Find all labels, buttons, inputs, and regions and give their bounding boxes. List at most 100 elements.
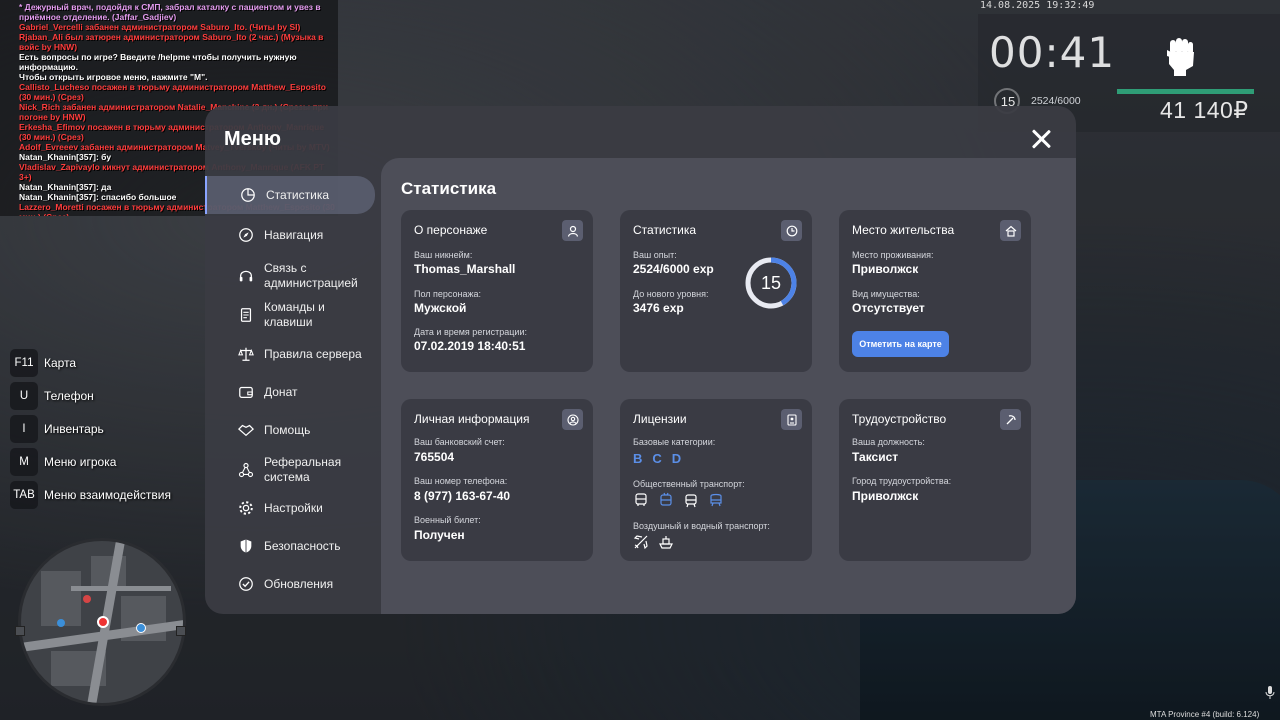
card-stats: Статистика Ваш опыт: 2524/6000 exp До но… bbox=[620, 210, 812, 372]
menu-title: Меню bbox=[224, 128, 281, 150]
hotkey-row: F11 Карта bbox=[10, 346, 171, 379]
minimap bbox=[18, 538, 186, 706]
hotkey-row: I Инвентарь bbox=[10, 412, 171, 445]
nav-item[interactable]: Безопасность bbox=[205, 532, 375, 560]
license-category: C bbox=[652, 451, 662, 466]
health-bar-fill bbox=[1117, 89, 1254, 94]
bus-icon bbox=[635, 493, 647, 506]
card-title: Лицензии bbox=[633, 412, 687, 426]
license-categories: BCD bbox=[633, 451, 681, 466]
nav-item[interactable]: Связь с администрацией bbox=[205, 257, 375, 295]
military-label: Военный билет: bbox=[414, 515, 481, 525]
hotkey-label: Телефон bbox=[44, 388, 94, 403]
phone-label: Ваш номер телефона: bbox=[414, 476, 508, 486]
chat-line: Callisto_Lucheso посажен в тюрьму админи… bbox=[19, 82, 329, 102]
nav-item[interactable]: Донат bbox=[205, 378, 375, 406]
property-value: Отсутствует bbox=[852, 301, 925, 315]
hotkey-key: TAB bbox=[10, 480, 38, 509]
base-categories-label: Базовые категории: bbox=[633, 437, 716, 447]
nav-item-label: Безопасность bbox=[264, 538, 341, 553]
card-residence: Место жительства Место проживания: Приво… bbox=[839, 210, 1031, 372]
exp-value: 2524/6000 exp bbox=[633, 262, 714, 276]
work-city-value: Приволжск bbox=[852, 489, 919, 503]
next-level-label: До нового уровня: bbox=[633, 289, 709, 299]
handshake-icon bbox=[237, 421, 255, 439]
phone-value: 8 (977) 163-67-40 bbox=[414, 489, 511, 503]
wallet-icon bbox=[237, 383, 255, 401]
chat-line: Чтобы открыть игровое меню, нажмите "M". bbox=[19, 72, 208, 82]
health-bar bbox=[1117, 89, 1254, 94]
chat-line: Есть вопросы по игре? Введите /helpme чт… bbox=[19, 52, 300, 72]
nav-item-label: Обновления bbox=[264, 576, 334, 591]
card-title: Место жительства bbox=[852, 223, 955, 237]
military-value: Получен bbox=[414, 528, 465, 542]
nav-item[interactable]: Реферальная система bbox=[205, 451, 375, 489]
hotkey-row: M Меню игрока bbox=[10, 445, 171, 478]
hotkey-label: Инвентарь bbox=[44, 421, 104, 436]
nav-item[interactable]: Настройки bbox=[205, 494, 375, 522]
compass-icon bbox=[237, 226, 255, 244]
fist-icon bbox=[1167, 38, 1194, 76]
card-title: О персонаже bbox=[414, 223, 488, 237]
close-button[interactable] bbox=[1029, 127, 1053, 151]
hotkey-key: I bbox=[10, 414, 38, 443]
document-icon bbox=[237, 306, 255, 324]
chat-line: Gabriel_Vercelli забанен администратором… bbox=[19, 22, 301, 32]
hotkey-key: M bbox=[10, 447, 38, 476]
nav-item-label: Помощь bbox=[264, 422, 311, 437]
scales-icon bbox=[237, 345, 255, 363]
house-icon bbox=[1000, 220, 1021, 241]
user-circle-icon bbox=[562, 409, 583, 430]
boat-icon bbox=[659, 536, 673, 549]
nav-item[interactable]: Помощь bbox=[205, 416, 375, 444]
id-card-icon bbox=[781, 409, 802, 430]
airplane-icon bbox=[633, 535, 648, 550]
tram-icon bbox=[685, 494, 697, 508]
license-category: B bbox=[633, 451, 643, 466]
user-icon bbox=[562, 220, 583, 241]
nav-item-label: Связь с администрацией bbox=[264, 261, 358, 290]
reg-label: Дата и время регистрации: bbox=[414, 327, 527, 337]
hotkey-row: U Телефон bbox=[10, 379, 171, 412]
card-character: О персонаже Ваш никнейм: Thomas_Marshall… bbox=[401, 210, 593, 372]
nav-item[interactable]: Статистика bbox=[205, 176, 375, 214]
trolleybus-icon bbox=[660, 492, 672, 506]
shield-icon bbox=[237, 537, 255, 555]
exp-label: Ваш опыт: bbox=[633, 250, 677, 260]
level-number: 15 bbox=[760, 272, 782, 293]
gender-value: Мужской bbox=[414, 301, 467, 315]
residence-label: Место проживания: bbox=[852, 250, 934, 260]
hotkey-label: Меню взаимодействия bbox=[44, 487, 171, 502]
hud-money: 41 140₽ bbox=[1160, 97, 1249, 123]
chat-line: * Дежурный врач, подойдя к СМП, забрал к… bbox=[19, 2, 323, 22]
mark-on-map-button[interactable]: Отметить на карте bbox=[852, 331, 949, 357]
nav-item-label: Реферальная система bbox=[264, 455, 342, 484]
gear-icon bbox=[237, 499, 255, 517]
minimap-player-marker bbox=[97, 616, 109, 628]
content-title: Статистика bbox=[401, 179, 497, 198]
network-icon bbox=[237, 461, 255, 479]
nav-item-label: Статистика bbox=[266, 187, 330, 202]
air-water-transport-label: Воздушный и водный транспорт: bbox=[633, 521, 770, 531]
microphone-icon bbox=[1265, 686, 1275, 699]
metro-icon bbox=[710, 493, 722, 507]
card-title: Личная информация bbox=[414, 412, 530, 426]
hotkeys-list: F11 Карта U Телефон I Инвентарь M Меню игрока TA… bbox=[10, 346, 171, 511]
residence-value: Приволжск bbox=[852, 262, 919, 276]
nav-item[interactable]: Обновления bbox=[205, 570, 375, 598]
card-licenses: Лицензии Базовые категории: BCD Обществе… bbox=[620, 399, 812, 561]
chat-line: Rjaban_Ali был затюрен администратором S… bbox=[19, 32, 326, 52]
nav-item-label: Донат bbox=[264, 384, 298, 399]
nav-item[interactable]: Навигация bbox=[205, 221, 375, 249]
next-level-value: 3476 exp bbox=[633, 301, 684, 315]
pickaxe-icon bbox=[1000, 409, 1021, 430]
hotkey-label: Меню игрока bbox=[44, 454, 117, 469]
minimap-marker-blue bbox=[57, 619, 65, 627]
nav-item-label: Навигация bbox=[264, 227, 324, 242]
minimap-marker-blue bbox=[136, 623, 146, 633]
hotkey-row: TAB Меню взаимодействия bbox=[10, 478, 171, 511]
air-water-transport-icons bbox=[633, 534, 674, 550]
public-transport-icons bbox=[633, 492, 724, 508]
nav-item[interactable]: Правила сервера bbox=[205, 340, 375, 368]
nav-item[interactable]: Команды и клавиши bbox=[205, 296, 375, 334]
